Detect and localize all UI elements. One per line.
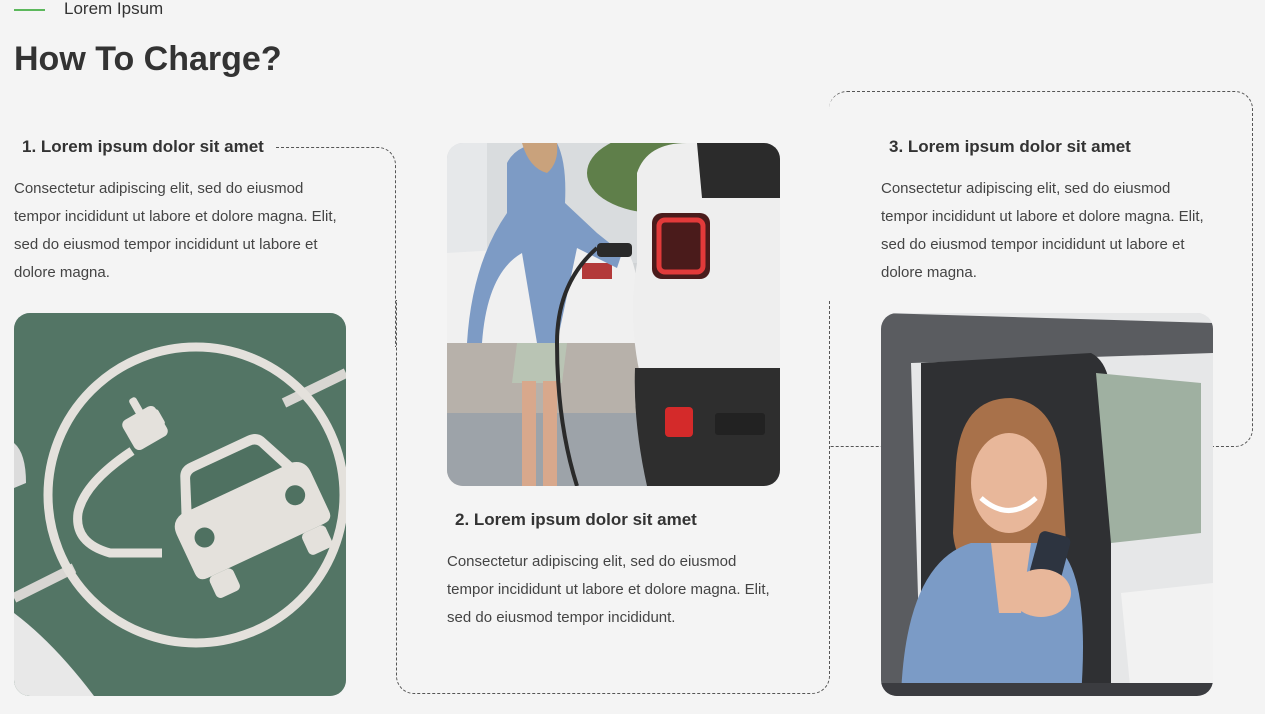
ev-charging-symbol-illustration xyxy=(14,313,346,696)
step-3-image-woman-in-car-with-phone xyxy=(881,313,1213,696)
woman-in-car-illustration xyxy=(881,313,1213,696)
section-title: How To Charge? xyxy=(14,40,282,78)
eyebrow-accent-line xyxy=(14,9,45,11)
step-3-description: Consectetur adipiscing elit, sed do eius… xyxy=(881,180,1204,281)
step-1-title: 1. Lorem ipsum dolor sit amet xyxy=(22,136,274,158)
step-1-description: Consectetur adipiscing elit, sed do eius… xyxy=(14,180,337,281)
step-1-image-ev-charging-symbol xyxy=(14,313,346,696)
step-2-description: Consectetur adipiscing elit, sed do eius… xyxy=(447,553,770,626)
step-3-title: 3. Lorem ipsum dolor sit amet xyxy=(889,137,1131,156)
eyebrow-label: Lorem Ipsum xyxy=(64,0,164,18)
step-2-image-woman-charging-car xyxy=(447,143,780,486)
woman-charging-car-illustration xyxy=(447,143,780,486)
step-2-title: 2. Lorem ipsum dolor sit amet xyxy=(455,510,697,529)
